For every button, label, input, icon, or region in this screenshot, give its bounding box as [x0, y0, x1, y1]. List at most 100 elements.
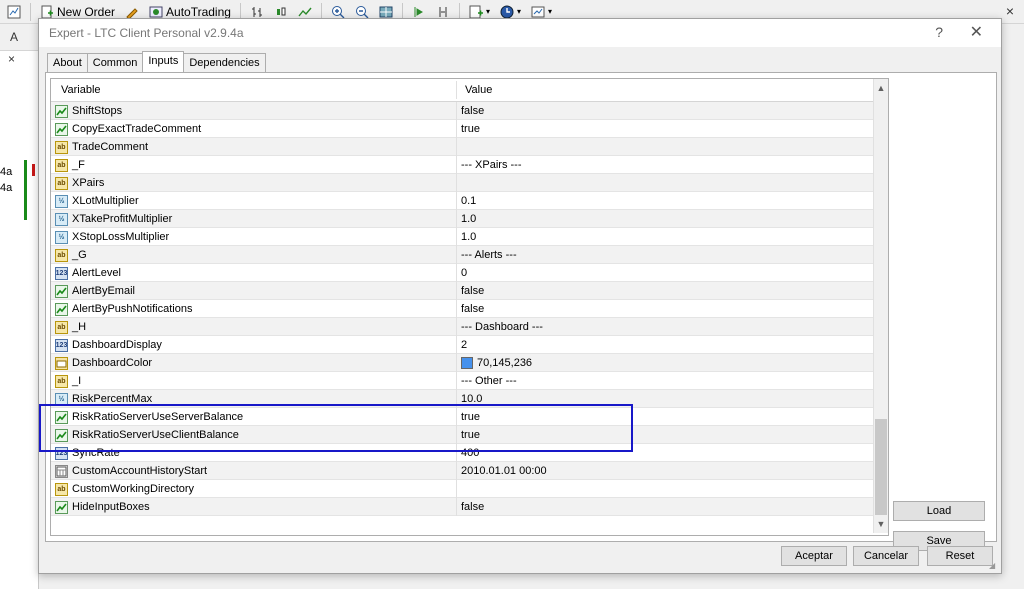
table-row[interactable]: ab _F --- XPairs --- — [51, 156, 874, 174]
double-icon: ½ — [55, 230, 68, 244]
value-cell[interactable]: false — [456, 300, 874, 318]
value-cell[interactable]: false — [456, 102, 874, 120]
boolean-icon — [55, 104, 68, 118]
expert-dialog: Expert - LTC Client Personal v2.9.4a ? ✕… — [38, 18, 1002, 574]
table-row[interactable]: ab _I --- Other --- — [51, 372, 874, 390]
table-row[interactable]: 123 AlertLevel 0 — [51, 264, 874, 282]
chart-icon[interactable] — [4, 2, 24, 22]
variable-value: --- Other --- — [461, 375, 517, 387]
value-cell[interactable] — [456, 138, 874, 156]
variable-cell: 123 DashboardDisplay — [55, 336, 453, 354]
load-button[interactable]: Load — [893, 501, 985, 521]
variable-value: 1.0 — [461, 231, 477, 243]
variable-value: 2 — [461, 339, 468, 351]
highlight-annotation — [39, 404, 633, 452]
value-cell[interactable]: --- Dashboard --- — [456, 318, 874, 336]
help-button[interactable]: ? — [935, 24, 943, 40]
variable-name: _H — [72, 321, 87, 333]
boolean-icon — [55, 302, 68, 316]
value-cell[interactable] — [456, 480, 874, 498]
value-cell[interactable] — [456, 174, 874, 192]
table-row[interactable]: ab XPairs — [51, 174, 874, 192]
double-icon: ½ — [55, 194, 68, 208]
variable-name: DashboardColor — [72, 357, 153, 369]
variable-cell: ShiftStops — [55, 102, 453, 120]
value-cell[interactable]: 1.0 — [456, 210, 874, 228]
variable-name: AlertByPushNotifications — [72, 303, 193, 315]
value-cell[interactable]: --- XPairs --- — [456, 156, 874, 174]
table-row[interactable]: ½ XTakeProfitMultiplier 1.0 — [51, 210, 874, 228]
candle-red — [32, 164, 35, 176]
variable-name: XLotMultiplier — [72, 195, 139, 207]
table-row[interactable]: AlertByEmail false — [51, 282, 874, 300]
table-row[interactable]: ab TradeComment — [51, 138, 874, 156]
resize-grip-icon[interactable]: ◢ — [989, 561, 999, 571]
value-cell[interactable]: false — [456, 282, 874, 300]
table-row[interactable]: ShiftStops false — [51, 102, 874, 120]
variable-name: _G — [72, 249, 87, 261]
table-row[interactable]: CopyExactTradeComment true — [51, 120, 874, 138]
value-cell[interactable]: 0 — [456, 264, 874, 282]
table-row[interactable]: ab CustomWorkingDirectory — [51, 480, 874, 498]
variable-name: AlertLevel — [72, 267, 121, 279]
value-cell[interactable]: --- Alerts --- — [456, 246, 874, 264]
value-cell[interactable]: 1.0 — [456, 228, 874, 246]
column-header-variable[interactable]: Variable — [55, 79, 101, 101]
table-row[interactable]: 123 DashboardDisplay 2 — [51, 336, 874, 354]
dialog-tabs: About Common Inputs Dependencies — [47, 51, 266, 75]
scroll-down-icon[interactable]: ▼ — [874, 517, 888, 531]
inputs-grid: Variable Value ShiftStops false CopyExactT… — [50, 78, 889, 536]
variable-name: AlertByEmail — [72, 285, 135, 297]
variable-value: true — [461, 123, 480, 135]
accept-button[interactable]: Aceptar — [781, 546, 847, 566]
reset-button[interactable]: Reset — [927, 546, 993, 566]
table-row[interactable]: DashboardColor 70,145,236 — [51, 354, 874, 372]
dialog-title: Expert - LTC Client Personal v2.9.4a — [49, 26, 244, 40]
value-cell[interactable]: true — [456, 120, 874, 138]
value-cell[interactable]: 0.1 — [456, 192, 874, 210]
variable-cell: ab _I — [55, 372, 453, 390]
variable-value: false — [461, 501, 485, 513]
close-icon[interactable]: × — [1006, 3, 1014, 19]
tab-about[interactable]: About — [47, 53, 88, 74]
value-cell[interactable]: 70,145,236 — [456, 354, 874, 372]
column-divider[interactable] — [456, 81, 457, 99]
variable-value: false — [461, 285, 485, 297]
table-row[interactable]: HideInputBoxes false — [51, 498, 874, 516]
scroll-thumb[interactable] — [875, 419, 887, 515]
cancel-button[interactable]: Cancelar — [853, 546, 919, 566]
value-cell[interactable]: 2010.01.01 00:00 — [456, 462, 874, 480]
table-row[interactable]: ab _G --- Alerts --- — [51, 246, 874, 264]
integer-icon: 123 — [55, 266, 68, 280]
integer-icon: 123 — [55, 338, 68, 352]
tab-common[interactable]: Common — [86, 53, 144, 74]
toolbar-separator — [30, 2, 31, 21]
variable-cell: AlertByEmail — [55, 282, 453, 300]
string-icon: ab — [55, 140, 68, 154]
variable-value: --- XPairs --- — [461, 159, 522, 171]
value-cell[interactable]: false — [456, 498, 874, 516]
table-row[interactable]: ½ XStopLossMultiplier 1.0 — [51, 228, 874, 246]
value-cell[interactable]: --- Other --- — [456, 372, 874, 390]
column-header-value[interactable]: Value — [459, 79, 492, 101]
variable-name: _I — [72, 375, 82, 387]
color-swatch — [461, 357, 473, 369]
scroll-up-icon[interactable]: ▲ — [874, 81, 888, 95]
variable-cell: ab _F — [55, 156, 453, 174]
dialog-titlebar[interactable]: Expert - LTC Client Personal v2.9.4a ? ✕ — [39, 19, 1001, 47]
grid-scrollbar[interactable]: ▲ ▼ — [873, 79, 888, 533]
tab-dependencies[interactable]: Dependencies — [183, 53, 266, 74]
text-tool-icon[interactable]: A — [10, 30, 18, 44]
variable-name: CustomAccountHistoryStart — [72, 465, 208, 477]
value-cell[interactable]: 2 — [456, 336, 874, 354]
dialog-close-button[interactable]: ✕ — [970, 22, 983, 42]
table-row[interactable]: ½ XLotMultiplier 0.1 — [51, 192, 874, 210]
variable-name: XTakeProfitMultiplier — [72, 213, 173, 225]
variable-name: ShiftStops — [72, 105, 123, 117]
variable-value: 0 — [461, 267, 468, 279]
variable-name: _F — [72, 159, 85, 171]
table-row[interactable]: CustomAccountHistoryStart 2010.01.01 00:0… — [51, 462, 874, 480]
chart-close-icon[interactable]: × — [8, 52, 15, 66]
table-row[interactable]: AlertByPushNotifications false — [51, 300, 874, 318]
table-row[interactable]: ab _H --- Dashboard --- — [51, 318, 874, 336]
